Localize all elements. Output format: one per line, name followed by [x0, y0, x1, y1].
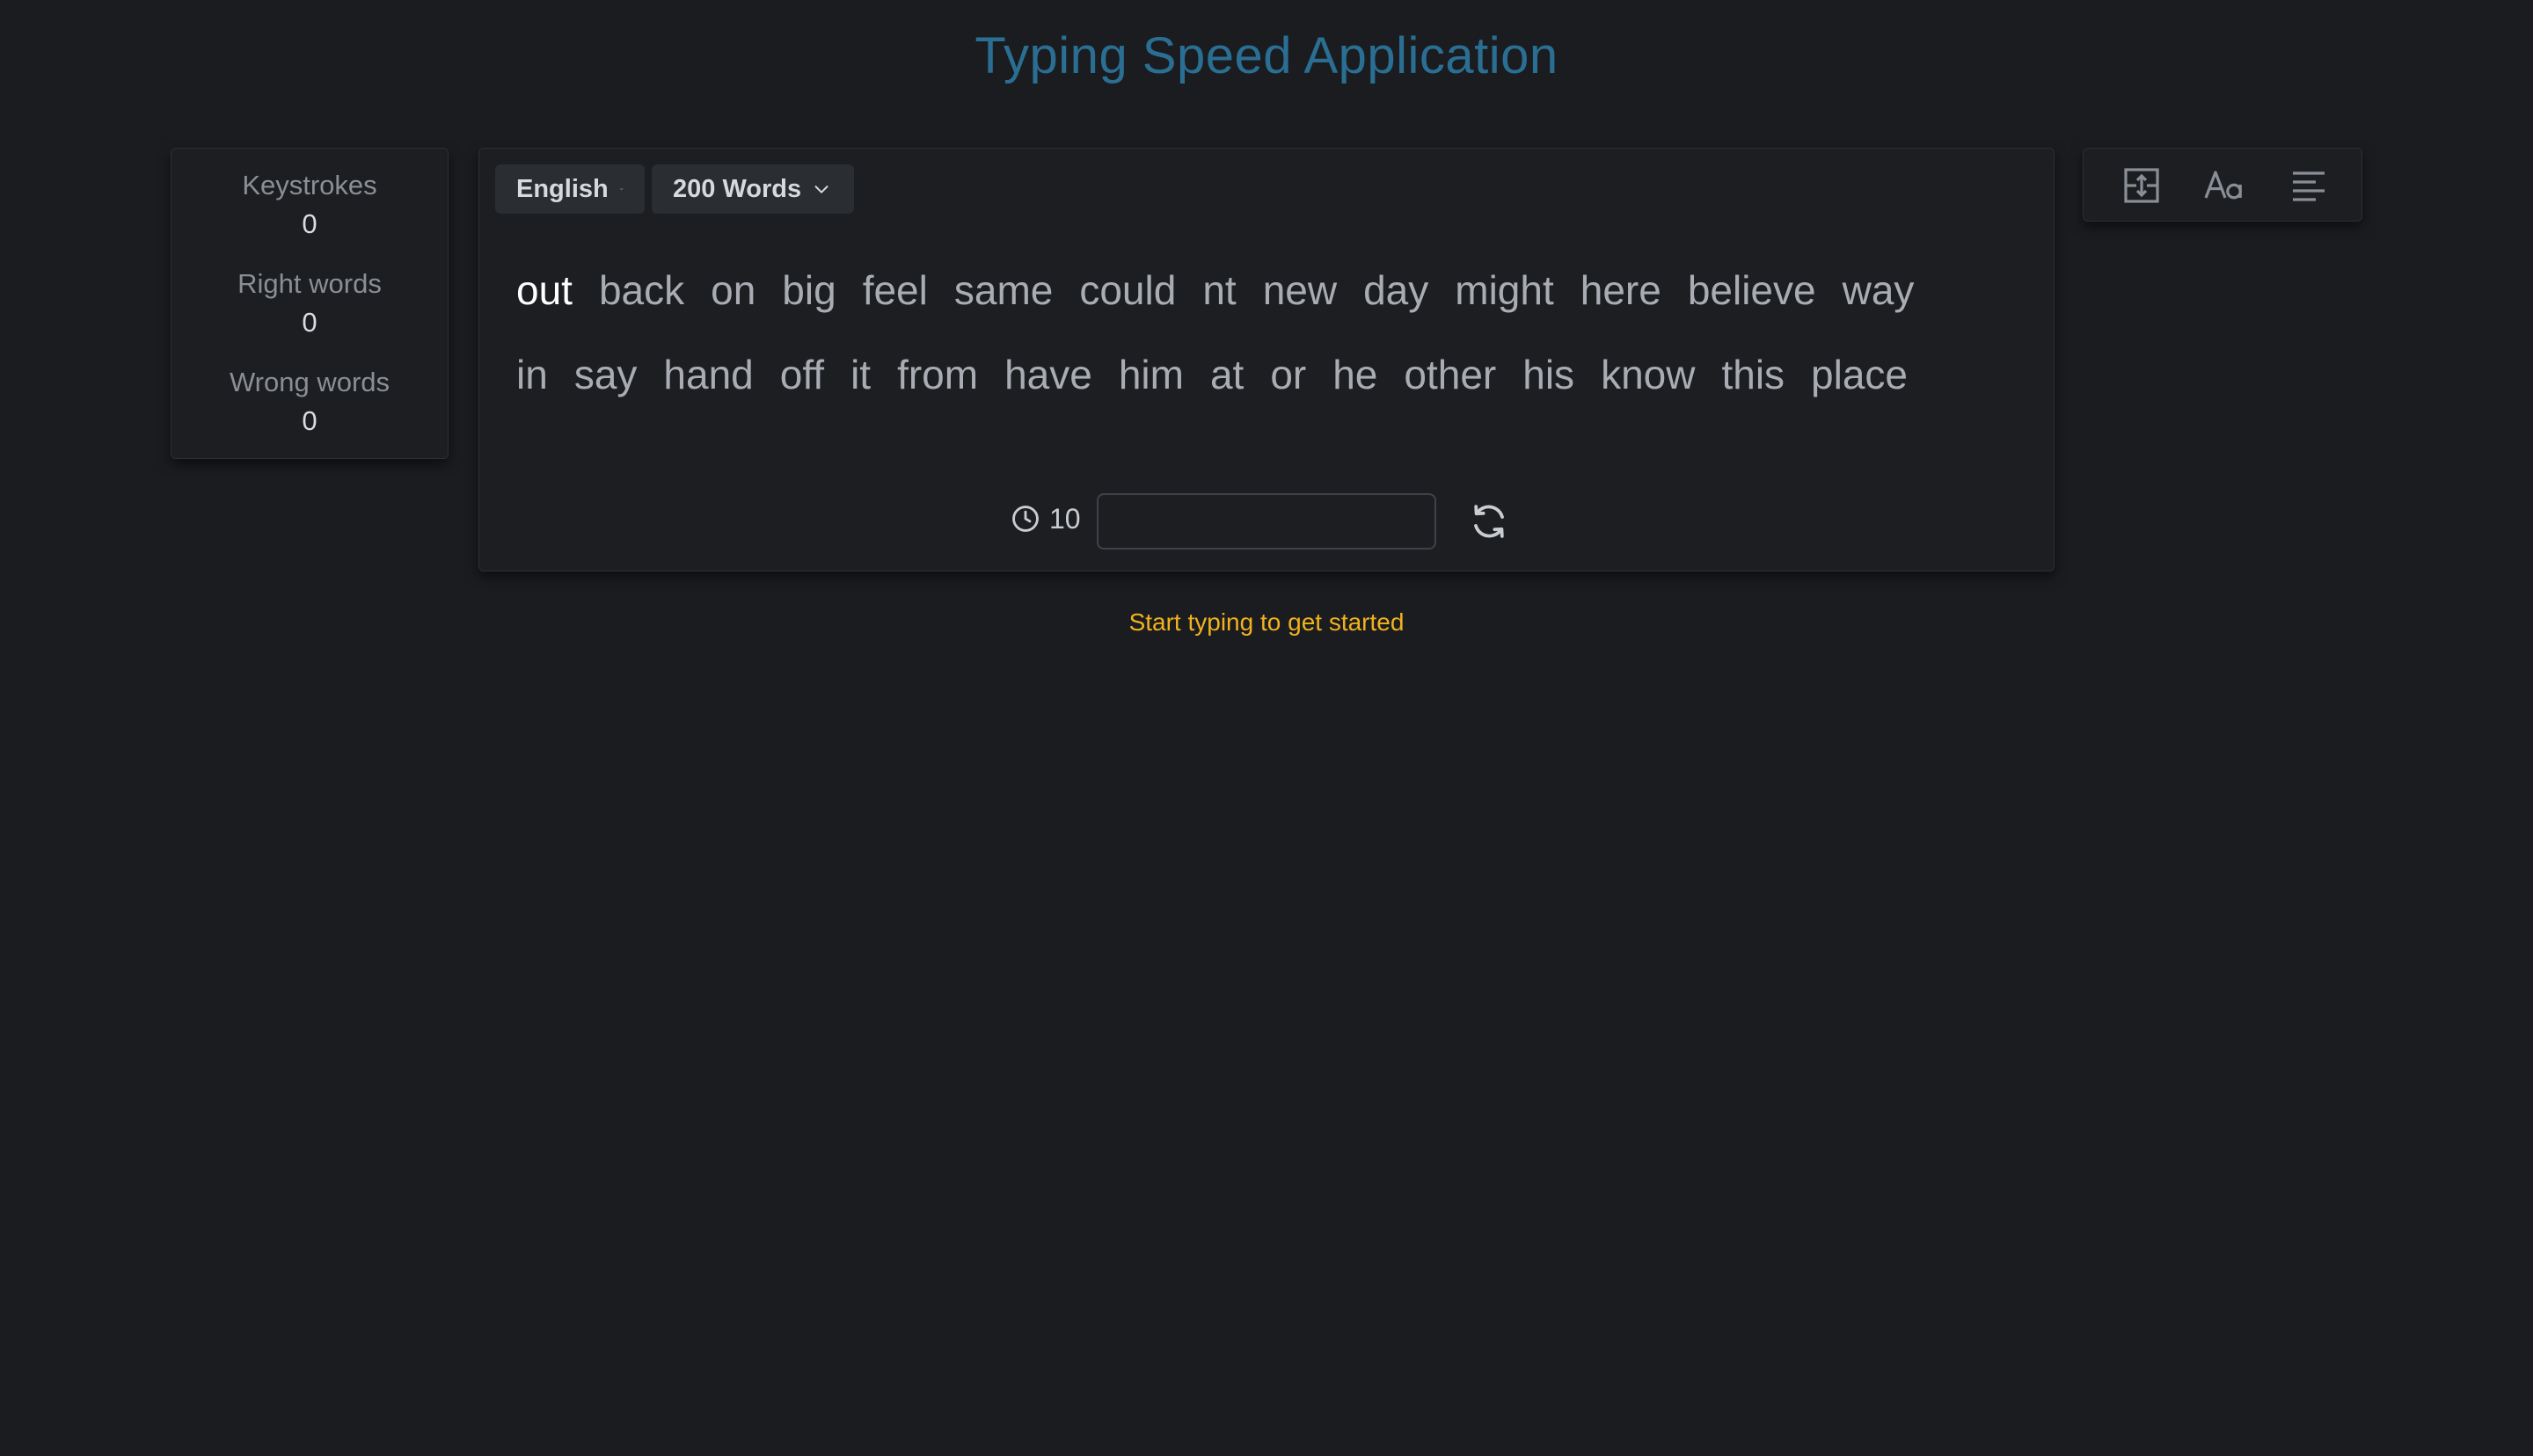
language-dropdown[interactable]: English [495, 164, 645, 214]
words-line-2: in say hand off it from have him at or he other his k… [516, 351, 1934, 398]
word: it [850, 352, 872, 397]
refresh-icon[interactable] [1468, 500, 1510, 542]
stat-keystrokes: Keystrokes 0 [172, 168, 448, 245]
word: back [598, 267, 685, 313]
word: hand [663, 352, 754, 397]
word: might [1455, 267, 1554, 313]
word: believe [1687, 267, 1816, 313]
word: big [782, 267, 836, 313]
clock-icon [1012, 506, 1039, 532]
fit-box-icon[interactable] [2121, 164, 2163, 207]
word: his [1522, 352, 1575, 397]
word: other [1404, 352, 1497, 397]
word: him [1118, 352, 1184, 397]
word: he [1332, 352, 1378, 397]
word: could [1079, 267, 1177, 313]
word: here [1580, 267, 1661, 313]
active-word: out [516, 267, 573, 313]
word: day [1363, 267, 1429, 313]
word: way [1842, 267, 1915, 313]
stat-wrong-words-label: Wrong words [229, 367, 391, 397]
word: place [1811, 352, 1909, 397]
word: nt [1202, 267, 1237, 313]
word: same [953, 267, 1054, 313]
stat-keystrokes-value: 0 [302, 208, 318, 239]
stat-wrong-words-value: 0 [302, 405, 318, 436]
language-dropdown-label: English [516, 174, 609, 203]
words-line-1: out back on big feel same could nt new day might he… [516, 266, 1940, 314]
timer-seconds: 10 [1049, 502, 1081, 535]
text-align-left-icon[interactable] [2288, 164, 2330, 207]
word: new [1262, 267, 1338, 313]
start-hint: Start typing to get started [1128, 608, 1405, 636]
stat-right-words-label: Right words [237, 268, 382, 299]
word: off [779, 352, 825, 397]
word: say [573, 352, 638, 397]
stat-wrong-words: Wrong words 0 [172, 365, 448, 442]
page-title: Typing Speed Application [975, 27, 1558, 84]
typing-input[interactable] [1097, 493, 1436, 550]
chevron-down-icon [814, 186, 829, 193]
tools-panel [2083, 148, 2362, 222]
word: at [1209, 352, 1245, 397]
word: on [711, 267, 756, 313]
timer: 10 [1011, 497, 1081, 541]
word-count-dropdown-label: 200 Words [673, 174, 802, 203]
word: in [516, 352, 548, 397]
word: know [1601, 352, 1696, 397]
stat-right-words: Right words 0 [172, 266, 448, 344]
chevron-down-icon [619, 188, 624, 191]
page: Typing Speed Application Keystrokes 0 Ri… [0, 0, 2533, 1456]
word: or [1270, 352, 1307, 397]
word: have [1004, 352, 1092, 397]
word: from [897, 352, 979, 397]
word: feel [862, 267, 928, 313]
font-size-icon[interactable] [2203, 164, 2245, 207]
typing-card: English 200 Words out back on big feel same co… [478, 148, 2055, 571]
stats-panel: Keystrokes 0 Right words 0 Wrong words 0 [171, 148, 449, 459]
word-count-dropdown[interactable]: 200 Words [652, 164, 854, 214]
stat-right-words-value: 0 [302, 307, 318, 338]
word: this [1721, 352, 1785, 397]
stat-keystrokes-label: Keystrokes [242, 170, 377, 200]
